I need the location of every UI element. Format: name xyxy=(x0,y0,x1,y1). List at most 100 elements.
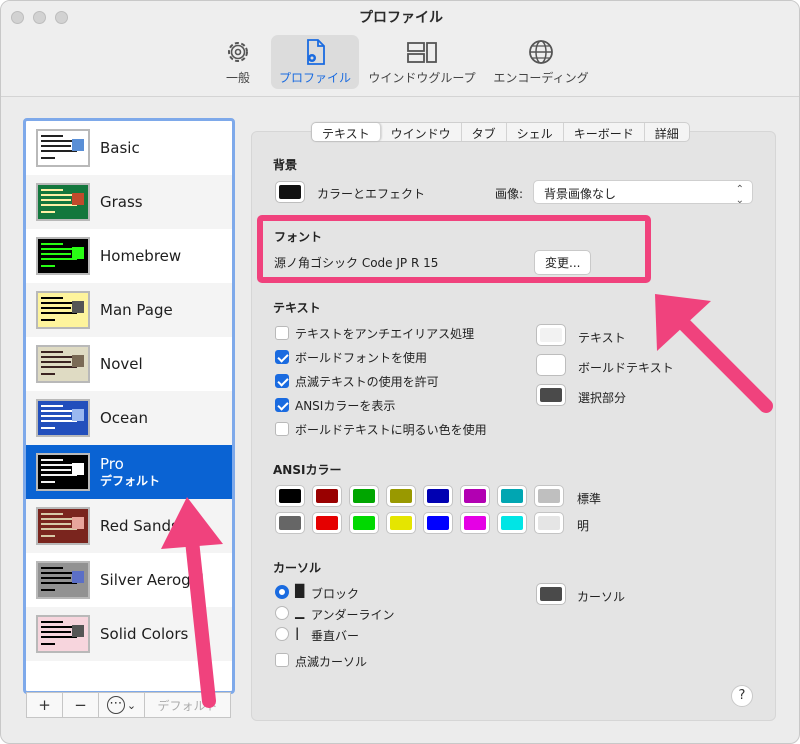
cursor-style-label: ブロック xyxy=(311,587,360,601)
settings-tab[interactable]: テキスト xyxy=(312,123,381,141)
thumbnail-text-line xyxy=(41,535,55,537)
ansi-heading: ANSIカラー xyxy=(273,463,342,477)
default-profile-label: デフォルト xyxy=(100,473,161,488)
blink-cursor-label: 点滅カーソル xyxy=(295,655,368,669)
thumbnail-accent-block xyxy=(72,571,84,583)
ansi-color-fill xyxy=(538,489,560,503)
ansi-bright-color-well[interactable] xyxy=(386,512,416,534)
ansi-color-fill xyxy=(464,489,486,503)
background-image-select[interactable]: 背景画像なし ⌃ ⌄ xyxy=(533,180,753,206)
toolbar-profiles[interactable]: プロファイル xyxy=(271,35,359,89)
profile-name-text: Grass xyxy=(100,192,143,211)
ansi-bright-color-well[interactable] xyxy=(534,512,564,534)
ansi-color-fill xyxy=(279,489,301,503)
text-color-well[interactable] xyxy=(536,324,566,346)
cursor-style-radio[interactable] xyxy=(275,627,289,641)
thumbnail-text-line xyxy=(41,481,55,483)
preferences-window: プロファイル 一般 プロファイル ウインドウグループ エンコーディング Basi… xyxy=(0,0,800,744)
profile-thumbnail xyxy=(36,183,90,221)
settings-tab[interactable]: タブ xyxy=(462,123,507,141)
ansi-normal-color-well[interactable] xyxy=(497,485,527,507)
ansi-bright-color-well[interactable] xyxy=(460,512,490,534)
text-option-checkbox[interactable] xyxy=(275,350,289,364)
text-option-checkbox[interactable] xyxy=(275,398,289,412)
ansi-color-fill xyxy=(501,516,523,530)
ansi-normal-color-well[interactable] xyxy=(423,485,453,507)
add-profile-button[interactable]: + xyxy=(27,693,63,717)
profile-name: Pro デフォルト xyxy=(100,455,160,489)
profile-item[interactable]: Homebrew xyxy=(26,229,232,283)
profile-item[interactable]: Red Sands xyxy=(26,499,232,553)
text-color-label: ボールドテキスト xyxy=(578,361,674,375)
toolbar-encodings[interactable]: エンコーディング xyxy=(489,35,593,89)
text-option-checkbox[interactable] xyxy=(275,326,289,340)
blink-cursor-checkbox[interactable] xyxy=(275,653,289,667)
profile-name-text: Ocean xyxy=(100,408,148,427)
settings-tab[interactable]: キーボード xyxy=(564,123,645,141)
ansi-bright-color-well[interactable] xyxy=(275,512,305,534)
ansi-normal-color-well[interactable] xyxy=(460,485,490,507)
profile-item[interactable]: Basic xyxy=(26,121,232,175)
color-effect-label: カラーとエフェクト xyxy=(317,187,426,201)
more-actions-button[interactable]: ⋯ ⌄ xyxy=(99,693,145,717)
toolbar-general[interactable]: 一般 xyxy=(213,35,263,89)
toolbar-window-groups-label: ウインドウグループ xyxy=(368,71,476,85)
ansi-bright-label: 明 xyxy=(577,519,590,533)
remove-profile-button[interactable]: − xyxy=(63,693,99,717)
ansi-color-fill xyxy=(427,516,449,530)
text-option-checkbox[interactable] xyxy=(275,422,289,436)
set-default-button[interactable]: デフォルト xyxy=(145,693,230,717)
settings-tab[interactable]: 詳細 xyxy=(645,123,689,141)
cursor-color-label: カーソル xyxy=(577,590,626,604)
text-heading: テキスト xyxy=(273,301,321,315)
ansi-bright-color-well[interactable] xyxy=(497,512,527,534)
cursor-style-radio[interactable] xyxy=(275,585,289,599)
cursor-color-well[interactable] xyxy=(536,583,566,605)
text-color-well[interactable] xyxy=(536,354,566,376)
ansi-normal-color-well[interactable] xyxy=(534,485,564,507)
text-color-well[interactable] xyxy=(536,384,566,406)
profile-thumbnail xyxy=(36,129,90,167)
ansi-bright-color-well[interactable] xyxy=(423,512,453,534)
thumbnail-text-line xyxy=(41,189,63,191)
text-color-fill xyxy=(540,388,562,402)
ansi-bright-color-well[interactable] xyxy=(349,512,379,534)
help-button[interactable]: ? xyxy=(731,685,753,707)
profile-item[interactable]: Man Page xyxy=(26,283,232,337)
settings-tab[interactable]: シェル xyxy=(507,123,564,141)
ansi-normal-color-well[interactable] xyxy=(275,485,305,507)
profile-item[interactable]: Novel xyxy=(26,337,232,391)
ansi-normal-color-well[interactable] xyxy=(349,485,379,507)
profile-item[interactable]: Silver Aerogel xyxy=(26,553,232,607)
background-color-well[interactable] xyxy=(275,181,305,203)
profile-name: Basic xyxy=(100,139,140,158)
text-option-label: 点滅テキストの使用を許可 xyxy=(295,375,439,389)
thumbnail-text-line xyxy=(41,631,71,633)
background-color-fill xyxy=(279,185,301,199)
cursor-color-fill xyxy=(540,587,562,601)
text-color-label: 選択部分 xyxy=(578,391,627,405)
profile-list[interactable]: Basic Grass Homebrew Man Page Novel Ocean Pro デ… xyxy=(23,118,235,694)
profile-item[interactable]: Ocean xyxy=(26,391,232,445)
profile-name-text: Pro xyxy=(100,455,124,474)
text-color-fill xyxy=(540,358,562,372)
settings-tab[interactable]: ウインドウ xyxy=(381,123,462,141)
window-group-icon xyxy=(407,42,437,63)
toolbar-window-groups[interactable]: ウインドウグループ xyxy=(365,35,479,89)
ansi-normal-color-well[interactable] xyxy=(386,485,416,507)
ansi-normal-color-well[interactable] xyxy=(312,485,342,507)
text-option-checkbox[interactable] xyxy=(275,374,289,388)
ansi-bright-color-well[interactable] xyxy=(312,512,342,534)
profile-name-text: Silver Aerogel xyxy=(100,570,205,589)
profile-item[interactable]: Grass xyxy=(26,175,232,229)
cursor-heading: カーソル xyxy=(273,561,322,575)
thumbnail-text-line xyxy=(41,351,63,353)
profile-item[interactable]: Pro デフォルト xyxy=(26,445,232,499)
cursor-style-radio[interactable] xyxy=(275,606,289,620)
thumbnail-text-line xyxy=(41,427,55,429)
thumbnail-text-line xyxy=(41,253,71,255)
profile-item[interactable]: Solid Colors xyxy=(26,607,232,661)
thumbnail-accent-block xyxy=(72,247,84,259)
updown-chevron-icon: ⌃ ⌄ xyxy=(735,184,744,206)
ansi-color-fill xyxy=(501,489,523,503)
